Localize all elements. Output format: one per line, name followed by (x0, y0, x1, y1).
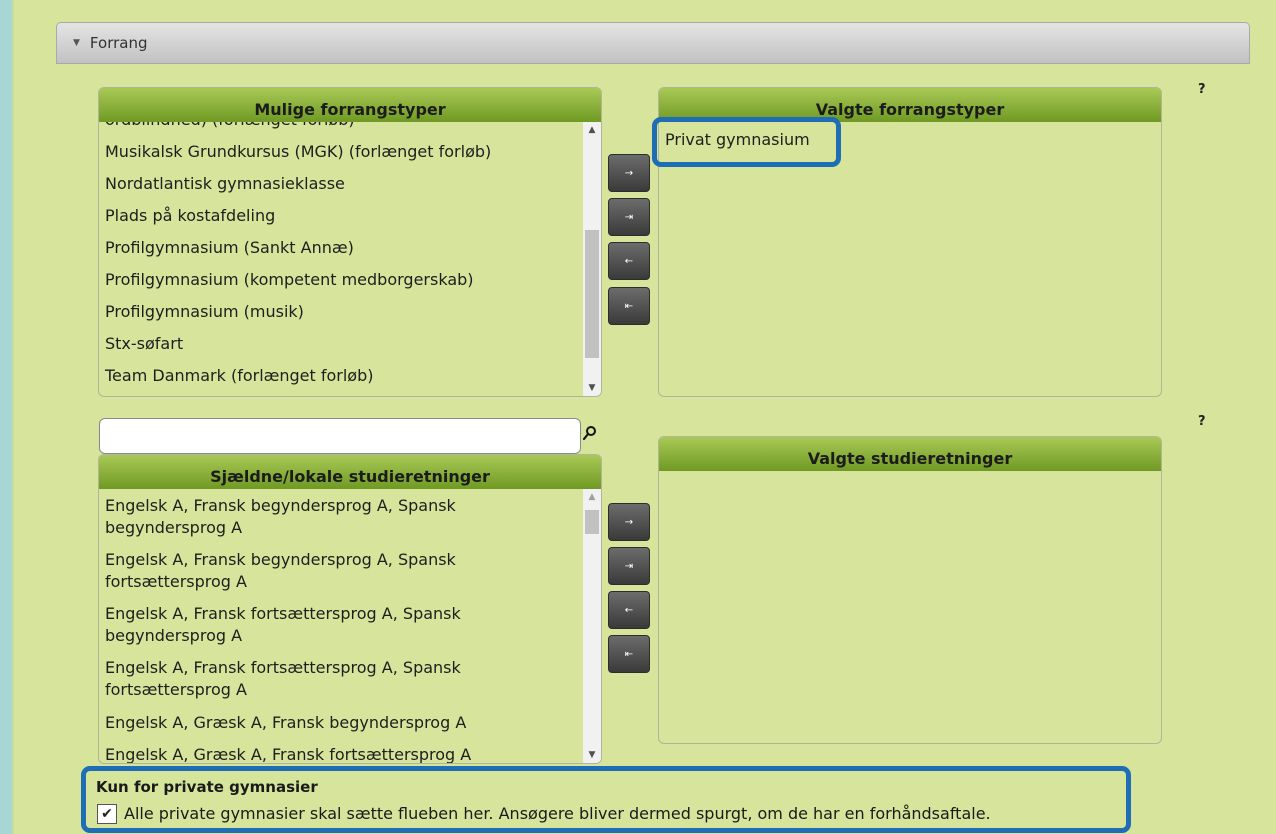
add-forrang-button[interactable]: → (608, 154, 650, 192)
search-icon[interactable] (583, 425, 597, 441)
highlight-box-privat-gymnasium (652, 117, 841, 167)
forrang-section-header[interactable]: ▼ Forrang (56, 22, 1250, 64)
scroll-down-icon[interactable]: ▼ (583, 747, 601, 763)
remove-all-studieretninger-button[interactable]: ⇤ (608, 635, 650, 673)
valgte-studieretninger-header: Valgte studieretninger (659, 437, 1161, 471)
list-item[interactable]: Team Danmark (forlænget forløb) (99, 360, 579, 392)
remove-all-forrang-button[interactable]: ⇤ (608, 287, 650, 325)
add-all-studieretninger-button[interactable]: ⇥ (608, 547, 650, 585)
add-studieretning-button[interactable]: → (608, 503, 650, 541)
list-item[interactable]: Engelsk A, Græsk A, Fransk begyndersprog… (99, 707, 591, 739)
left-edge-line (12, 0, 14, 834)
mulige-scrollbar[interactable]: ▲ ▼ (583, 122, 601, 396)
list-item[interactable]: ordblindhed) (forlænget forløb) (99, 122, 579, 136)
list-item[interactable]: Engelsk A, Fransk begyndersprog A, Spans… (99, 491, 519, 545)
list-item[interactable]: Engelsk A, Fransk fortsættersprog A, Spa… (99, 599, 519, 653)
scroll-down-icon[interactable]: ▼ (583, 380, 601, 396)
valgte-studieretninger-panel: Valgte studieretninger (658, 436, 1162, 744)
left-edge-stripe (0, 0, 12, 834)
list-item[interactable]: Musikalsk Grundkursus (MGK) (forlænget f… (99, 136, 579, 168)
list-item[interactable]: Nordatlantisk gymnasieklasse (99, 168, 579, 200)
remove-forrang-button[interactable]: ← (608, 242, 650, 280)
list-item[interactable]: Plads på kostafdeling (99, 200, 579, 232)
help-icon[interactable]: ? (1198, 82, 1206, 97)
add-all-forrang-button[interactable]: ⇥ (608, 198, 650, 236)
remove-studieretning-button[interactable]: ← (608, 591, 650, 629)
sjaeldne-studieretninger-header: Sjældne/lokale studieretninger (99, 455, 601, 489)
list-item[interactable]: Engelsk A, Fransk fortsættersprog A, Spa… (99, 653, 519, 707)
sjaeldne-studieretninger-panel: Sjældne/lokale studieretninger Engelsk A… (98, 454, 602, 764)
scroll-up-icon[interactable]: ▲ (583, 489, 601, 505)
list-item[interactable]: Profilgymnasium (kompetent medborgerskab… (99, 264, 579, 296)
scroll-thumb[interactable] (585, 230, 599, 358)
scroll-up-icon[interactable]: ▲ (583, 122, 601, 138)
mulige-forrangstyper-list[interactable]: ordblindhed) (forlænget forløb) Musikals… (99, 122, 601, 396)
valgte-studieretninger-list[interactable] (659, 471, 1161, 743)
mulige-forrangstyper-panel: Mulige forrangstyper ordblindhed) (forlæ… (98, 87, 602, 397)
mulige-forrangstyper-header: Mulige forrangstyper (99, 88, 601, 122)
search-input[interactable] (99, 418, 581, 454)
list-item[interactable]: Profilgymnasium (Sankt Annæ) (99, 232, 579, 264)
list-item[interactable]: Engelsk A, Fransk begyndersprog A, Spans… (99, 545, 519, 599)
highlight-box-private-checkbox (81, 766, 1131, 833)
help-icon[interactable]: ? (1198, 414, 1206, 429)
triangle-down-icon[interactable]: ▼ (73, 38, 80, 48)
section-title: Forrang (89, 34, 148, 52)
sjaeldne-studieretninger-list[interactable]: Engelsk A, Fransk begyndersprog A, Spans… (99, 489, 601, 763)
list-item[interactable]: Profilgymnasium (musik) (99, 296, 579, 328)
scroll-thumb[interactable] (585, 510, 599, 534)
list-item[interactable]: Engelsk A, Græsk A, Fransk fortsætterspr… (99, 739, 591, 763)
list-item[interactable]: Stx-søfart (99, 328, 579, 360)
sjaeldne-scrollbar[interactable]: ▲ ▼ (583, 489, 601, 763)
